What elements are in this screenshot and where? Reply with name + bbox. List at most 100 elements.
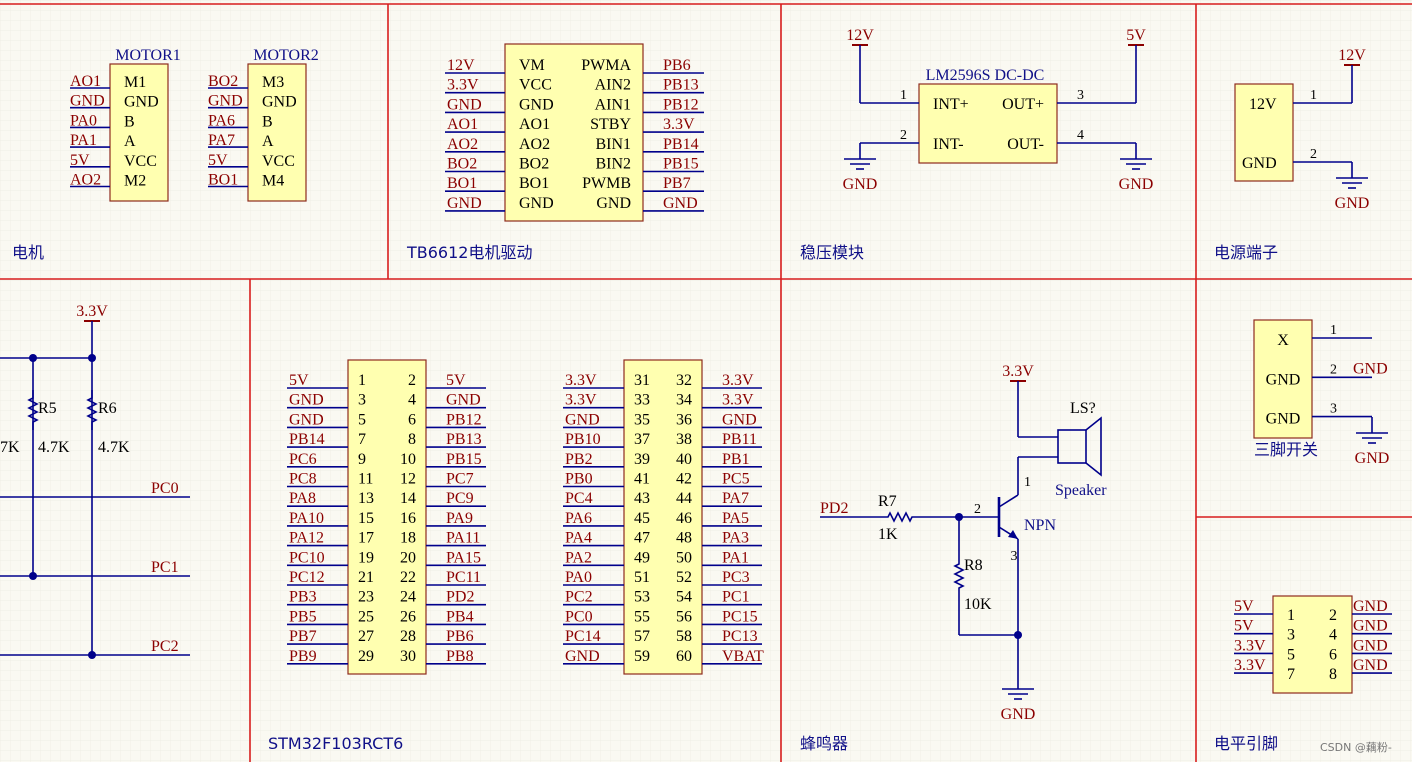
stm32-header1-pin-num-right-14: 30 [400, 648, 416, 665]
stm32-header1-pin-num-right-2: 6 [408, 411, 416, 428]
stm32-header2-right-net-13: PC13 [722, 628, 758, 645]
stm32-header1-pin-num-right-11: 24 [400, 589, 416, 606]
stm32-header2-right-net-3: PB11 [722, 431, 757, 448]
stm32-header1-left-net-13: PB7 [289, 628, 317, 645]
stm32-header1-pin-num-left-7: 15 [358, 510, 374, 527]
stm32-header1-right-net-8: PA11 [446, 530, 480, 547]
r5-value: 4.7K [38, 439, 70, 456]
schematic-canvas: 电机 TB6612电机驱动 稳压模块 电源端子 STM32F103RCT6 蜂鸣… [0, 0, 1412, 762]
motor1-net-4: 5V [70, 152, 90, 169]
stm32-header2-pin-num-left-3: 37 [634, 431, 650, 448]
stm32-header1-left-net-11: PB3 [289, 589, 317, 606]
tb6612-left-pin-2: GND [519, 96, 554, 113]
stm32-header2-left-net-8: PA4 [565, 530, 592, 547]
stm32-header2-right-net-14: VBAT [722, 648, 764, 665]
stm32-header2-pin-num-right-3: 38 [676, 431, 692, 448]
speaker-name: Speaker [1055, 482, 1107, 499]
r8-value: 10K [964, 596, 992, 613]
stm32-header2-pin-num-right-0: 32 [676, 372, 692, 389]
stm32-header2-pin-num-right-7: 46 [676, 510, 692, 527]
stm32-header2-pin-num-left-9: 49 [634, 549, 650, 566]
regulator-pin-in-plus: INT+ [933, 96, 969, 113]
stm32-header1-right-net-5: PC7 [446, 471, 474, 488]
stm32-header2-pin-num-right-10: 52 [676, 569, 692, 586]
stm32-header2-left-net-7: PA6 [565, 510, 592, 527]
stm32-header1-right-net-7: PA9 [446, 510, 473, 527]
stm32-header1-left-net-4: PC6 [289, 451, 317, 468]
tb6612-right-net-0: PB6 [663, 57, 691, 74]
stm32-header2-left-net-2: GND [565, 411, 600, 428]
switch3-pin-num: 3 [1330, 402, 1337, 417]
stm32-header1-left-net-8: PA12 [289, 530, 324, 547]
power-label: 5V [1126, 27, 1146, 44]
motor2-title: MOTOR2 [253, 47, 319, 64]
motor2-net-0: BO2 [208, 73, 238, 90]
net-pc2: PC2 [151, 638, 179, 655]
stm32-header1-right-net-9: PA15 [446, 549, 481, 566]
tb6612-right-net-7: GND [663, 195, 698, 212]
stm32-header2-pin-num-left-7: 45 [634, 510, 650, 527]
stm32-header2-right-net-5: PC5 [722, 471, 750, 488]
stm32-header2-right-net-11: PC1 [722, 589, 750, 606]
tb6612-right-net-3: 3.3V [663, 116, 695, 133]
stm32-header1-pin-num-left-12: 25 [358, 608, 374, 625]
power-label: 3.3V [1002, 363, 1034, 380]
stm32-header2-pin-num-left-5: 41 [634, 471, 650, 488]
stm32-header1-pin-num-left-10: 21 [358, 569, 374, 586]
level-header-pin-num-right-2: 6 [1329, 646, 1337, 663]
switch3-pin-num: 2 [1330, 362, 1337, 377]
motor1-net-3: PA1 [70, 132, 97, 149]
motor2-pin-1: GND [262, 94, 297, 111]
stm32-header1-left-net-1: GND [289, 392, 324, 409]
motor2-pin-3: A [262, 133, 274, 150]
motor2-pin-2: B [262, 113, 273, 130]
level-header-right-net-3: GND [1353, 657, 1388, 674]
junction-dot [88, 651, 96, 659]
stm32-header1-pin-num-left-14: 29 [358, 648, 374, 665]
stm32-header1-pin-num-right-4: 10 [400, 451, 416, 468]
stm32-header1-right-net-2: PB12 [446, 411, 482, 428]
level-header-pin-num-left-1: 3 [1287, 627, 1295, 644]
stm32-header2-pin-num-left-6: 43 [634, 490, 650, 507]
level-header-right-net-1: GND [1353, 618, 1388, 635]
stm32-header1-right-net-1: GND [446, 392, 481, 409]
switch3-pin-num: 1 [1330, 323, 1337, 338]
level-header-pin-num-left-2: 5 [1287, 646, 1295, 663]
junction-dot [29, 354, 37, 362]
regulator-pin-num: 4 [1077, 128, 1084, 143]
watermark: CSDN @藕粉- [1320, 741, 1392, 754]
tb6612-right-pin-4: BIN1 [595, 136, 631, 153]
level-header-body [1272, 595, 1353, 694]
stm32-header1-left-net-12: PB5 [289, 608, 317, 625]
stm32-header2-pin-num-right-8: 48 [676, 530, 692, 547]
stm32-header1-pin-num-left-9: 19 [358, 549, 374, 566]
stm32-header2-left-net-9: PA2 [565, 549, 592, 566]
section-title-switch3: 三脚开关 [1254, 440, 1318, 459]
ground-label: GND [1355, 450, 1390, 467]
regulator-pin-num: 2 [900, 128, 907, 143]
r5-name: R5 [38, 400, 57, 417]
stm32-header2-left-net-0: 3.3V [565, 372, 597, 389]
tb6612-left-net-1: 3.3V [447, 77, 479, 94]
tb6612-left-pin-1: VCC [519, 77, 552, 94]
stm32-header1-pin-num-left-4: 9 [358, 451, 366, 468]
stm32-header1-right-net-10: PC11 [446, 569, 481, 586]
tb6612-right-pin-0: PWMA [581, 57, 631, 74]
level-header-left-net-1: 5V [1234, 618, 1254, 635]
stm32-header2-left-net-11: PC2 [565, 589, 593, 606]
stm32-header2-pin-num-left-1: 33 [634, 392, 650, 409]
motor1-pin-0: M1 [124, 74, 146, 91]
tb6612-left-pin-6: BO1 [519, 175, 549, 192]
stm32-header1-left-net-6: PA8 [289, 490, 316, 507]
stm32-header2-pin-num-right-13: 58 [676, 628, 692, 645]
level-header-pin-num-left-3: 7 [1287, 666, 1295, 683]
stm32-header2-right-net-4: PB1 [722, 451, 750, 468]
stm32-header1-pin-num-right-6: 14 [400, 490, 416, 507]
speaker-ref: LS? [1070, 400, 1096, 417]
stm32-header1-pin-num-right-9: 20 [400, 549, 416, 566]
level-header-pin-num-right-0: 2 [1329, 607, 1337, 624]
level-header-left-net-3: 3.3V [1234, 657, 1266, 674]
r7-value: 1K [878, 526, 898, 543]
stm32-header2-left-net-12: PC0 [565, 608, 593, 625]
section-title-tb6612: TB6612电机驱动 [406, 243, 532, 262]
